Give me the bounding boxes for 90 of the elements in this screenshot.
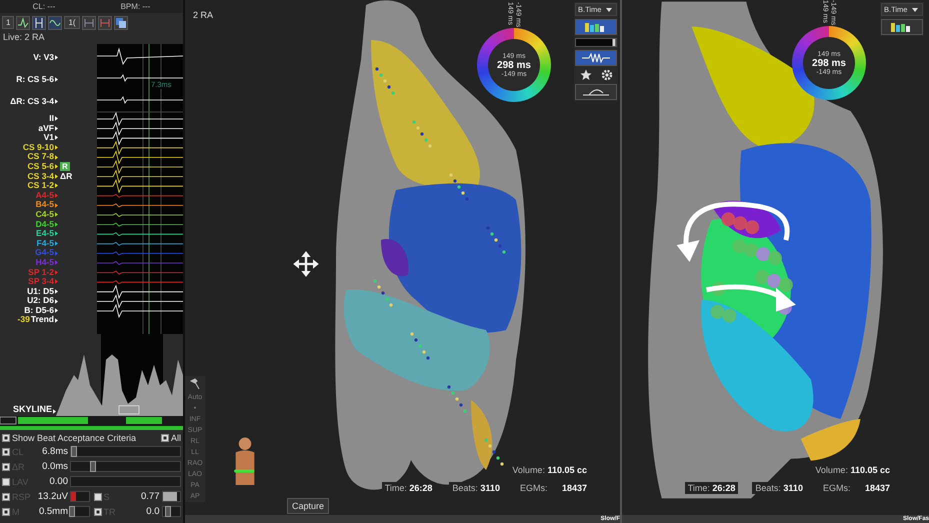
star-icon[interactable] (580, 69, 592, 81)
channel-label[interactable]: U1: D5 (0, 286, 54, 296)
criteria-checkbox[interactable] (2, 434, 10, 442)
all-label: All (170, 433, 181, 443)
view-title: 2 RA (193, 10, 214, 20)
channel-label[interactable]: B: D5-6 (0, 306, 54, 316)
caret-icon[interactable] (55, 54, 58, 60)
caret-icon (606, 8, 612, 12)
scale-center-label: 298 ms (812, 58, 846, 68)
trend-value: -39 (18, 315, 30, 326)
criterion-value: 0.77 (140, 491, 160, 502)
live-label: Live: 2 RA (2, 32, 46, 44)
skyline-label[interactable]: SKYLINE (12, 404, 52, 414)
slider-fill[interactable] (162, 492, 176, 501)
criteria-title: Show Beat Acceptance Criteria (12, 433, 138, 443)
time-stat: Time: 26:28 (382, 482, 436, 494)
waveform-icon (581, 52, 611, 64)
criterion-checkbox[interactable] (94, 508, 102, 516)
waveform-icon[interactable] (16, 16, 30, 30)
legend-button[interactable] (575, 19, 617, 35)
channel-label[interactable]: C4-5 (0, 210, 54, 220)
scale-center-label: 298 ms (497, 60, 531, 70)
criterion-slider[interactable] (70, 506, 90, 517)
legend-button[interactable] (881, 19, 923, 35)
volume-stat: Volume: 110.05 cc (509, 464, 590, 476)
volume-stat: Volume: 110.05 cc (812, 464, 893, 476)
settings-icon[interactable] (600, 69, 612, 81)
criterion-checkbox[interactable] (2, 508, 10, 516)
slider-thumb[interactable] (164, 506, 171, 517)
channel-label[interactable]: U2: D6 (0, 296, 54, 306)
channel-select[interactable]: 1 (2, 16, 14, 29)
capture-button[interactable]: Capture (287, 498, 330, 514)
trend-label[interactable]: Trend (30, 315, 54, 326)
criterion-checkbox[interactable] (94, 492, 102, 500)
criterion-slider[interactable] (162, 491, 181, 502)
page-select[interactable]: 1( (64, 16, 80, 29)
criterion-value: 6.8ms (41, 446, 68, 457)
channel-label[interactable]: II (0, 114, 54, 124)
criterion-checkbox[interactable] (2, 492, 10, 500)
criterion-value: 0.5mm (38, 506, 68, 517)
channel-label[interactable]: aVF (0, 124, 54, 134)
criterion-slider[interactable] (70, 491, 90, 502)
slider-thumb[interactable] (612, 39, 616, 46)
channel-label[interactable]: D4-5 (0, 220, 54, 230)
criterion-checkbox[interactable] (2, 478, 10, 486)
criterion-slider[interactable] (70, 446, 181, 457)
bpm-readout: BPM: --- (120, 2, 150, 11)
slider-thumb[interactable] (68, 506, 75, 517)
channel-label[interactable]: CS 3-4 (0, 172, 54, 182)
criterion-value: 0.0ms (41, 461, 68, 472)
all-checkbox[interactable] (160, 434, 169, 442)
slider-fill[interactable] (71, 492, 76, 501)
criterion-value: 13.2uV (36, 491, 68, 502)
reference-marker: R (60, 162, 70, 172)
criterion-slider[interactable] (162, 506, 181, 517)
beats-stat: Beats: 3110 (752, 482, 806, 494)
channel-label[interactable]: V: V3 (0, 52, 54, 62)
slider-thumb[interactable] (90, 461, 96, 472)
channel-label[interactable]: CS 1-2 (0, 181, 54, 191)
criterion-checkbox[interactable] (2, 448, 10, 456)
criterion-slider[interactable] (70, 461, 181, 472)
bracket-icon[interactable] (82, 16, 96, 30)
bracket-icon[interactable] (98, 16, 112, 30)
slider-thumb[interactable] (71, 446, 78, 457)
channel-label[interactable]: CS 9-10 (0, 142, 54, 152)
curve-button[interactable] (575, 84, 617, 100)
hammer-icon[interactable] (189, 378, 201, 390)
caret-icon[interactable] (55, 76, 58, 82)
caret-icon (912, 8, 918, 12)
channel-label[interactable]: CS 7-8 (0, 152, 54, 162)
criterion-value: 0.0 (145, 506, 160, 517)
channel-label[interactable]: E4-5 (0, 229, 54, 239)
move-icon[interactable] (292, 250, 320, 278)
channel-label[interactable]: F4-5 (0, 238, 54, 248)
caliper-icon[interactable] (32, 16, 46, 30)
delta-reference-marker: ΔR (60, 172, 72, 182)
time-stat: Time: 26:28 (684, 482, 738, 494)
caret-icon[interactable] (55, 98, 58, 104)
channel-label[interactable]: ΔR: CS 3-4 (0, 96, 54, 106)
channel-label[interactable]: CS 5-6 (0, 162, 54, 172)
cycle-length-readout: CL: --- (32, 2, 56, 11)
criterion-checkbox[interactable] (2, 462, 10, 470)
criterion-value: 0.00 (48, 476, 68, 487)
wave-icon[interactable] (48, 16, 62, 30)
beats-stat: Beats: 3110 (449, 482, 503, 494)
channel-label[interactable]: V1 (0, 133, 54, 143)
signal-button[interactable] (575, 50, 617, 66)
copy-icon[interactable] (114, 16, 128, 30)
channel-label[interactable]: R: CS 5-6 (0, 74, 54, 84)
channel-label[interactable]: B4-5 (0, 200, 54, 210)
